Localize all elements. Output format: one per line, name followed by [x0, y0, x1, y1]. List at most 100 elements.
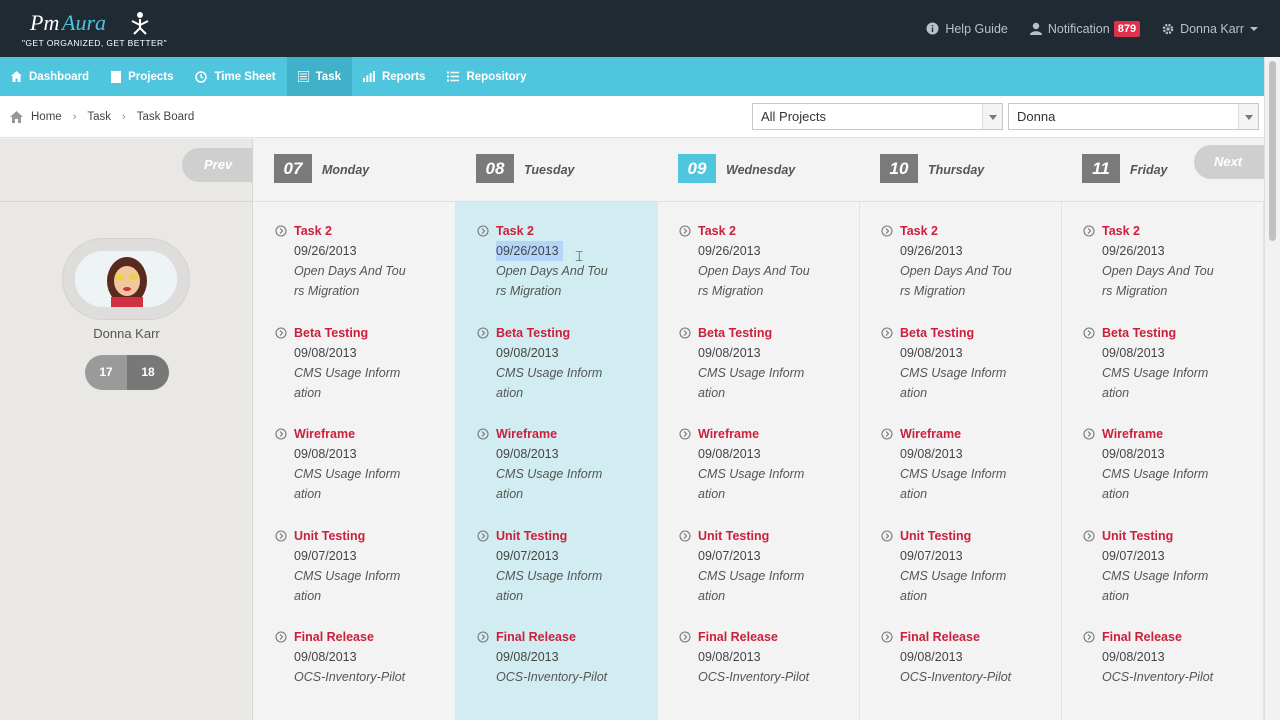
task-title[interactable]: Wireframe: [698, 424, 860, 444]
chevron-circle-icon: [679, 631, 691, 643]
task-card[interactable]: Unit Testing 09/07/2013 CMS Usage Informat…: [456, 526, 658, 628]
task-title[interactable]: Unit Testing: [900, 526, 1062, 546]
help-guide-link[interactable]: Help Guide: [926, 22, 1008, 36]
task-card[interactable]: Unit Testing 09/07/2013 CMS Usage Informat…: [254, 526, 456, 628]
app-logo[interactable]: Pm Aura "GET ORGANIZED, GET BETTER": [22, 8, 172, 52]
task-card[interactable]: Wireframe 09/08/2013 CMS Usage Information: [1062, 424, 1264, 526]
task-description: OCS-Inventory-Pilot: [1102, 670, 1214, 685]
task-date: 09/08/2013: [294, 345, 357, 360]
next-week-button[interactable]: Next: [1194, 145, 1264, 179]
nav-dashboard[interactable]: Dashboard: [0, 57, 100, 96]
prev-week-button[interactable]: Prev: [182, 148, 253, 182]
logo-mark-icon: [131, 12, 149, 35]
task-card[interactable]: Beta Testing 09/08/2013 CMS Usage Informat…: [254, 323, 456, 425]
task-title[interactable]: Final Release: [496, 627, 658, 647]
task-card[interactable]: Wireframe 09/08/2013 CMS Usage Information: [860, 424, 1062, 526]
task-title[interactable]: Task 2: [1102, 221, 1264, 241]
task-title[interactable]: Beta Testing: [294, 323, 456, 343]
task-card[interactable]: Wireframe 09/08/2013 CMS Usage Information: [456, 424, 658, 526]
task-title[interactable]: Task 2: [698, 221, 860, 241]
task-date: 09/26/2013: [496, 241, 563, 261]
task-title[interactable]: Unit Testing: [698, 526, 860, 546]
task-title[interactable]: Final Release: [900, 627, 1062, 647]
nav-reports[interactable]: Reports: [352, 57, 436, 96]
task-description: CMS Usage Information: [294, 467, 401, 502]
help-guide-label: Help Guide: [945, 21, 1008, 36]
nav-task[interactable]: Task: [286, 57, 352, 96]
task-card[interactable]: Unit Testing 09/07/2013 CMS Usage Informat…: [1062, 526, 1264, 628]
task-card[interactable]: Final Release 09/08/2013 OCS-Inventory-Pil…: [860, 627, 1062, 720]
task-title[interactable]: Final Release: [294, 627, 456, 647]
task-title[interactable]: Beta Testing: [496, 323, 658, 343]
task-card[interactable]: Wireframe 09/08/2013 CMS Usage Information: [254, 424, 456, 526]
day-column-friday: 11 Friday Task 2 09/26/2013 Open Days And …: [1062, 139, 1264, 720]
task-title[interactable]: Beta Testing: [698, 323, 860, 343]
task-count-1[interactable]: 17: [85, 355, 127, 390]
user-select[interactable]: Donna: [1008, 103, 1259, 130]
task-card[interactable]: Beta Testing 09/08/2013 CMS Usage Informat…: [456, 323, 658, 425]
task-description: Open Days And Tours Migration: [698, 264, 810, 298]
task-title[interactable]: Task 2: [294, 221, 456, 241]
task-title[interactable]: Unit Testing: [496, 526, 658, 546]
page-scrollbar[interactable]: [1264, 57, 1280, 720]
task-card[interactable]: Task 2 09/26/2013 Open Days And Tours Migr…: [860, 221, 1062, 323]
task-title[interactable]: Task 2: [900, 221, 1062, 241]
task-card[interactable]: Final Release 09/08/2013 OCS-Inventory-Pil…: [456, 627, 658, 720]
task-card[interactable]: Beta Testing 09/08/2013 CMS Usage Informat…: [1062, 323, 1264, 425]
top-right-menu: Help Guide Notification 879 Donna Karr: [926, 0, 1280, 57]
task-card[interactable]: Beta Testing 09/08/2013 CMS Usage Informat…: [860, 323, 1062, 425]
task-description: CMS Usage Information: [698, 467, 805, 502]
chevron-circle-icon: [881, 530, 893, 542]
user-avatar-image: [75, 251, 177, 307]
task-card[interactable]: Task 2 09/26/2013 Open Days And Tours Migr…: [254, 221, 456, 323]
task-date: 09/07/2013: [496, 548, 559, 563]
nav-timesheet[interactable]: Time Sheet: [184, 57, 286, 96]
user-menu[interactable]: Donna Karr: [1162, 22, 1258, 36]
chevron-down-icon: [1250, 26, 1258, 31]
task-title[interactable]: Unit Testing: [294, 526, 456, 546]
notification-link[interactable]: Notification 879: [1029, 20, 1141, 37]
breadcrumb-task[interactable]: Task: [87, 111, 111, 123]
gear-icon: [1162, 23, 1174, 34]
task-card[interactable]: Wireframe 09/08/2013 CMS Usage Information: [658, 424, 860, 526]
task-title[interactable]: Unit Testing: [1102, 526, 1264, 546]
project-select[interactable]: All Projects: [752, 103, 1003, 130]
task-card[interactable]: Task 2 09/26/2013 Open Days And Tours Migr…: [658, 221, 860, 323]
task-card[interactable]: Task 2 09/26/2013 Open Days And Tours Migr…: [456, 221, 658, 323]
task-title[interactable]: Final Release: [1102, 627, 1264, 647]
task-title[interactable]: Wireframe: [496, 424, 658, 444]
breadcrumb: Home › Task › Task Board: [10, 96, 194, 138]
task-date: 09/08/2013: [900, 447, 963, 462]
chevron-circle-icon: [477, 428, 489, 440]
task-card[interactable]: Unit Testing 09/07/2013 CMS Usage Informat…: [658, 526, 860, 628]
task-count-2[interactable]: 18: [127, 355, 169, 390]
day-name: Tuesday: [524, 163, 575, 177]
scrollbar-thumb[interactable]: [1269, 61, 1276, 241]
task-title[interactable]: Wireframe: [1102, 424, 1264, 444]
day-number: 07: [274, 154, 312, 183]
task-card[interactable]: Beta Testing 09/08/2013 CMS Usage Informat…: [658, 323, 860, 425]
task-card[interactable]: Final Release 09/08/2013 OCS-Inventory-Pil…: [1062, 627, 1264, 720]
nav-projects[interactable]: Projects: [100, 57, 184, 96]
top-bar: Pm Aura "GET ORGANIZED, GET BETTER" Help…: [0, 0, 1280, 57]
task-card[interactable]: Unit Testing 09/07/2013 CMS Usage Informat…: [860, 526, 1062, 628]
home-icon[interactable]: [10, 111, 23, 123]
task-title[interactable]: Wireframe: [294, 424, 456, 444]
avatar[interactable]: [75, 251, 177, 307]
task-date: 09/08/2013: [496, 650, 559, 665]
task-title[interactable]: Wireframe: [900, 424, 1062, 444]
task-date: 09/07/2013: [900, 548, 963, 563]
task-title[interactable]: Beta Testing: [900, 323, 1062, 343]
chevron-circle-icon: [881, 225, 893, 237]
task-card[interactable]: Final Release 09/08/2013 OCS-Inventory-Pil…: [658, 627, 860, 720]
task-title[interactable]: Beta Testing: [1102, 323, 1264, 343]
task-title[interactable]: Task 2: [496, 221, 658, 241]
task-card[interactable]: Task 2 09/26/2013 Open Days And Tours Migr…: [1062, 221, 1264, 323]
task-title[interactable]: Final Release: [698, 627, 860, 647]
task-description: OCS-Inventory-Pilot: [698, 670, 810, 685]
task-card[interactable]: Final Release 09/08/2013 OCS-Inventory-Pil…: [254, 627, 456, 720]
task-date: 09/08/2013: [1102, 345, 1165, 360]
logo-text-pm: Pm: [30, 10, 60, 35]
breadcrumb-home[interactable]: Home: [31, 111, 62, 123]
nav-repository[interactable]: Repository: [436, 57, 537, 96]
